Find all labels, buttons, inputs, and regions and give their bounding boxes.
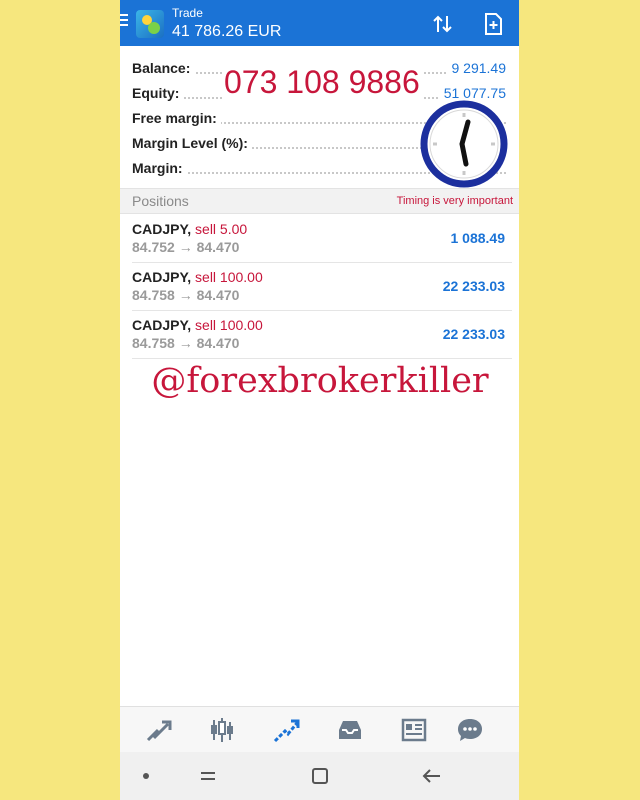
handle-overlay: @forexbrokerkiller [151, 361, 489, 401]
position-symbol-line: CADJPY, sell 5.00 [132, 221, 247, 237]
chat-icon[interactable] [456, 716, 484, 744]
margin-level-label: Margin Level (%): [132, 135, 252, 151]
position-symbol: CADJPY, [132, 317, 192, 333]
chart-icon[interactable] [208, 716, 236, 744]
sort-icon[interactable] [431, 12, 455, 36]
system-navigation-bar [120, 752, 519, 800]
app-bar: Trade 41 786.26 EUR [120, 0, 519, 46]
account-equity-header: 41 786.26 EUR [172, 23, 282, 40]
app-title: Trade [172, 6, 203, 20]
position-symbol-line: CADJPY, sell 100.00 [132, 317, 263, 333]
positions-header: Positions Timing is very important [120, 188, 519, 214]
free-margin-label: Free margin: [132, 110, 221, 126]
position-prices: 84.758 → 84.470 [132, 335, 240, 351]
position-symbol: CADJPY, [132, 221, 192, 237]
recents-icon[interactable] [198, 766, 218, 786]
position-prices: 84.752 → 84.470 [132, 239, 240, 255]
quotes-icon[interactable] [144, 716, 172, 744]
bottom-navigation [120, 706, 519, 753]
app-logo-icon [136, 10, 164, 38]
menu-icon[interactable] [120, 14, 128, 30]
trade-icon[interactable] [272, 716, 300, 744]
timing-overlay: Timing is very important [396, 195, 513, 207]
position-row[interactable]: CADJPY, sell 100.00 84.758 → 84.470 22 2… [132, 311, 512, 359]
position-row[interactable]: CADJPY, sell 5.00 84.752 → 84.470 1 088.… [132, 215, 512, 263]
new-order-icon[interactable] [481, 12, 505, 36]
position-side: sell 5.00 [195, 221, 248, 237]
position-profit: 1 088.49 [450, 230, 506, 246]
position-side: sell 100.00 [195, 317, 263, 333]
margin-label: Margin: [132, 160, 187, 176]
position-profit: 22 233.03 [442, 326, 505, 342]
position-symbol-line: CADJPY, sell 100.00 [132, 269, 263, 285]
dot-icon[interactable] [136, 766, 156, 786]
back-icon[interactable] [422, 766, 442, 786]
history-icon[interactable] [336, 716, 364, 744]
balance-label: Balance: [132, 60, 195, 76]
balance-value: 9 291.49 [447, 60, 506, 76]
position-profit: 22 233.03 [442, 278, 505, 294]
news-icon[interactable] [400, 716, 428, 744]
position-row[interactable]: CADJPY, sell 100.00 84.758 → 84.470 22 2… [132, 263, 512, 311]
phone-screen: Trade 41 786.26 EUR Balance: 9 291.49 Eq… [120, 0, 519, 800]
position-side: sell 100.00 [195, 269, 263, 285]
equity-value: 51 077.75 [439, 85, 506, 101]
position-prices: 84.758 → 84.470 [132, 287, 240, 303]
positions-title: Positions [132, 193, 189, 209]
equity-label: Equity: [132, 85, 184, 101]
phone-number-overlay: 073 108 9886 [222, 64, 422, 101]
position-symbol: CADJPY, [132, 269, 192, 285]
home-icon[interactable] [310, 766, 330, 786]
clock-icon [420, 100, 508, 188]
